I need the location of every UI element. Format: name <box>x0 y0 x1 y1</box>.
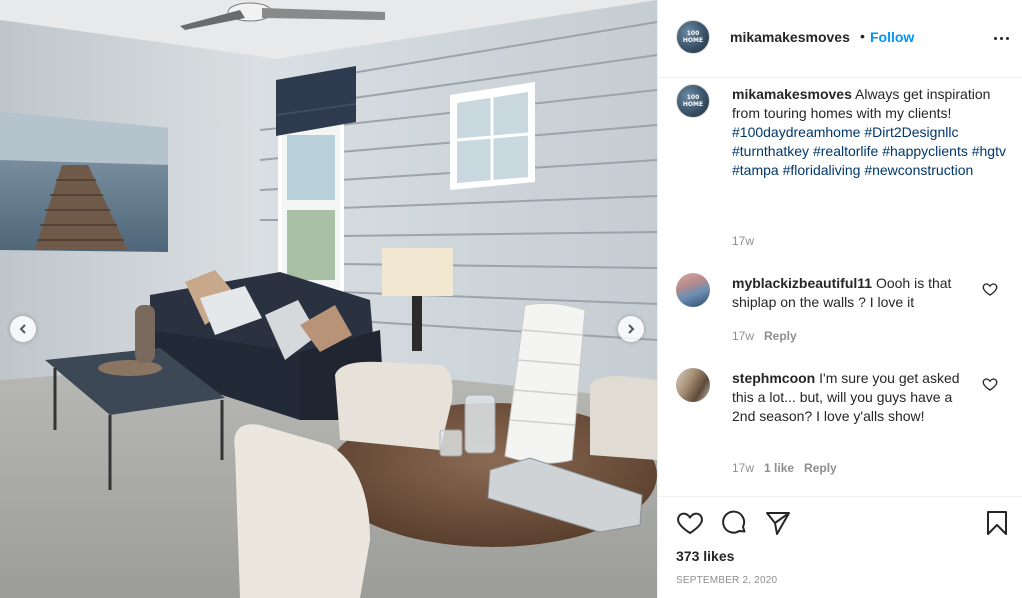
commenter-avatar[interactable] <box>676 273 710 307</box>
like-comment-heart-icon[interactable] <box>982 281 998 297</box>
previous-photo-button[interactable] <box>10 316 36 342</box>
follow-button[interactable]: Follow <box>870 29 914 45</box>
comments-list[interactable]: 100 HOME mikamakesmoves Always get inspi… <box>658 78 1022 496</box>
hashtag-link[interactable]: #100daydreamhome <box>732 124 860 140</box>
comment-bubble-icon[interactable] <box>720 509 748 537</box>
like-comment-heart-icon[interactable] <box>982 376 998 392</box>
chevron-right-icon <box>628 324 635 334</box>
comment-age[interactable]: 17w <box>732 329 754 343</box>
more-options-icon[interactable] <box>990 27 1012 49</box>
caption-username[interactable]: mikamakesmoves <box>732 86 852 102</box>
comment-meta: 17w Reply <box>732 329 797 343</box>
hashtag-link[interactable]: #newconstruction <box>864 162 973 178</box>
living-room-photo <box>0 0 657 598</box>
hashtag-link[interactable]: #turnthatkey <box>732 143 809 159</box>
post-caption: mikamakesmoves Always get inspiration fr… <box>732 85 1007 180</box>
author-username[interactable]: mikamakesmoves <box>730 29 850 45</box>
comment-username[interactable]: stephmcoon <box>732 370 815 386</box>
chevron-left-icon <box>19 324 26 334</box>
paper-plane-icon[interactable] <box>764 509 792 537</box>
avatar-text: 100 HOME <box>682 94 704 108</box>
hashtag-link[interactable]: #hgtv <box>972 143 1006 159</box>
post-photo[interactable] <box>0 0 657 598</box>
caption-author-avatar[interactable]: 100 HOME <box>676 84 710 118</box>
hashtag-link[interactable]: #tampa <box>732 162 779 178</box>
next-photo-button[interactable] <box>618 316 644 342</box>
hashtag-link[interactable]: #Dirt2Designllc <box>864 124 958 140</box>
comment: myblackizbeautiful11 Oooh is that shipla… <box>732 274 972 312</box>
heart-icon[interactable] <box>676 509 704 537</box>
comment-username[interactable]: myblackizbeautiful11 <box>732 275 872 291</box>
author-avatar[interactable]: 100 HOME <box>676 20 710 54</box>
comment-meta: 17w 1 like Reply <box>732 461 837 475</box>
likes-count[interactable]: 373 likes <box>676 548 734 564</box>
reply-button[interactable]: Reply <box>764 329 797 343</box>
post-actions: 373 likes SEPTEMBER 2, 2020 <box>658 496 1022 598</box>
hashtag-link[interactable]: #floridaliving <box>783 162 861 178</box>
separator-dot: • <box>860 28 865 44</box>
commenter-avatar[interactable] <box>676 368 710 402</box>
caption-age[interactable]: 17w <box>732 234 754 248</box>
avatar-text: 100 HOME <box>682 30 704 44</box>
comment-likes[interactable]: 1 like <box>764 461 794 475</box>
comment: stephmcoon I'm sure you get asked this a… <box>732 369 972 426</box>
post-side-panel: 100 HOME mikamakesmoves • Follow 100 HOM… <box>657 0 1022 598</box>
comment-age[interactable]: 17w <box>732 461 754 475</box>
bookmark-icon[interactable] <box>983 509 1011 537</box>
post-header: 100 HOME mikamakesmoves • Follow <box>658 0 1022 78</box>
post-date[interactable]: SEPTEMBER 2, 2020 <box>676 575 777 586</box>
hashtag-link[interactable]: #happyclients <box>882 143 968 159</box>
hashtag-link[interactable]: #realtorlife <box>813 143 878 159</box>
caption-meta: 17w <box>732 234 754 248</box>
reply-button[interactable]: Reply <box>804 461 837 475</box>
